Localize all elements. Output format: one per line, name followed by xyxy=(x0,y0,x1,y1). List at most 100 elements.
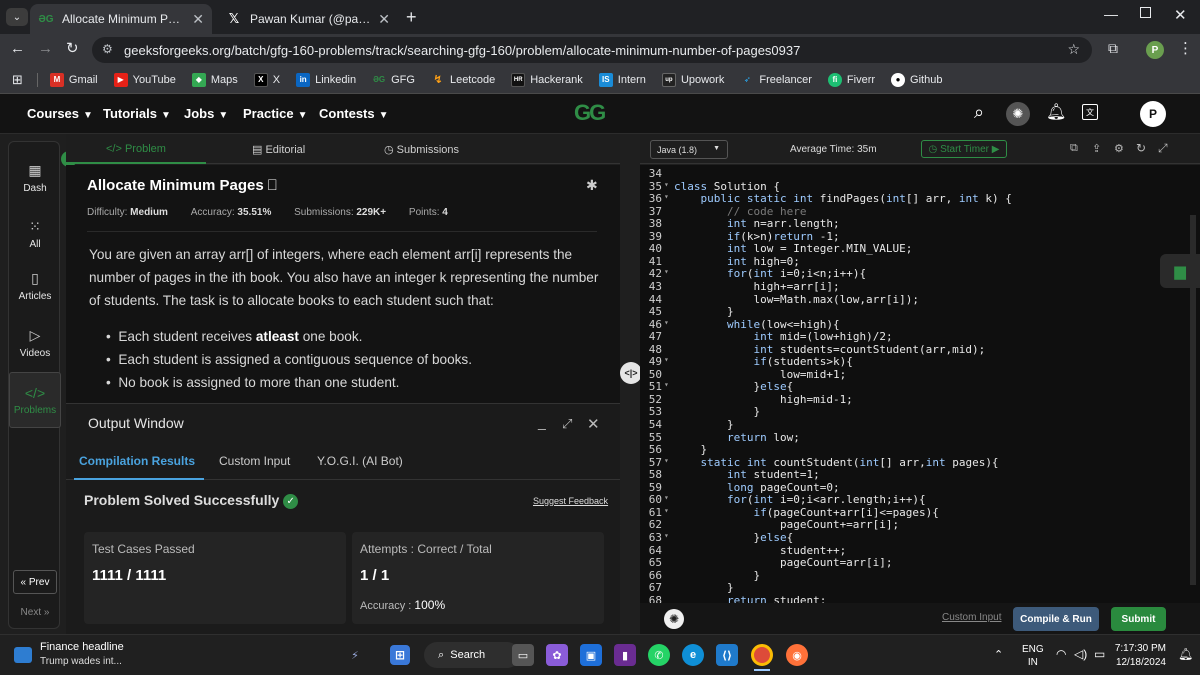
nav-contests[interactable]: Contests ▼ xyxy=(319,106,389,121)
bookmark-leetcode[interactable]: ↯ Leetcode xyxy=(431,73,495,87)
firefox-icon[interactable]: ◉ xyxy=(786,644,808,666)
tab-problem[interactable]: </> Problem xyxy=(106,143,166,155)
user-avatar[interactable]: P xyxy=(1140,101,1166,127)
theme-toggle-icon[interactable]: ✺ xyxy=(1006,102,1030,126)
copilot-icon[interactable]: ⚡︎ xyxy=(344,644,366,666)
prev-button[interactable]: « Prev xyxy=(13,570,57,594)
settings-icon[interactable]: ⚙ xyxy=(1114,142,1124,155)
rail-item-all[interactable]: ⁙ All xyxy=(9,218,61,250)
language-indicator[interactable]: ENG IN xyxy=(1022,643,1044,669)
translate-icon[interactable]: 文 xyxy=(1082,104,1098,120)
next-button[interactable]: Next » xyxy=(13,600,57,624)
volume-icon[interactable]: ◁) xyxy=(1074,647,1087,661)
chrome-icon[interactable] xyxy=(751,644,773,666)
maximize-button[interactable] xyxy=(1140,7,1151,18)
ide-icon[interactable]: ▮ xyxy=(614,644,636,666)
expand-icon[interactable]: ⤢ xyxy=(562,416,572,432)
back-icon[interactable]: ← xyxy=(10,40,25,57)
chat-icon[interactable]: ▆ xyxy=(1160,254,1200,288)
tab-submissions[interactable]: ◷ Submissions xyxy=(384,143,459,156)
submit-button[interactable]: Submit xyxy=(1111,607,1166,631)
news-widget-icon[interactable] xyxy=(14,647,32,663)
rail-item-videos[interactable]: ▷ Videos xyxy=(9,327,61,359)
reset-icon[interactable]: ↻ xyxy=(1136,141,1146,155)
code-editor[interactable]: 34 35 ▾ class Solution {36 ▾ public static i… xyxy=(640,165,1200,603)
chevron-up-icon[interactable]: ⌃ xyxy=(994,648,1003,661)
nav-jobs[interactable]: Jobs ▼ xyxy=(184,106,228,121)
minimize-icon[interactable]: _ xyxy=(538,414,546,430)
reload-icon[interactable]: ↻ xyxy=(66,39,79,57)
fold-icon[interactable]: ▾ xyxy=(664,267,669,276)
whatsapp-icon[interactable]: ✆ xyxy=(648,644,670,666)
edge-icon[interactable]: e xyxy=(682,644,704,666)
bookmark-gfg[interactable]: ƏG GFG xyxy=(372,73,415,87)
copilot-app-icon[interactable]: ✿ xyxy=(546,644,568,666)
fold-icon[interactable]: ▾ xyxy=(664,192,669,201)
start-menu-icon[interactable]: ⊞ xyxy=(390,645,410,665)
bookmark-fiverr[interactable]: fi Fiverr xyxy=(827,72,875,87)
new-tab-button[interactable]: + xyxy=(406,7,417,28)
tab-compilation-results[interactable]: Compilation Results xyxy=(79,454,195,468)
menu-icon[interactable]: ⋮ xyxy=(1178,39,1193,57)
bookmark-maps[interactable]: ◆ Maps xyxy=(191,72,238,87)
tab-search-icon[interactable]: ⌄ xyxy=(6,8,28,26)
bug-report-icon[interactable]: ✱ xyxy=(586,177,598,194)
copy-icon[interactable]: ⧉ xyxy=(1070,142,1078,155)
tab-custom-input[interactable]: Custom Input xyxy=(219,454,290,468)
forward-icon[interactable]: → xyxy=(38,40,53,57)
bookmark-freelancer[interactable]: ➶ Freelancer xyxy=(740,73,812,87)
fold-icon[interactable]: ▾ xyxy=(664,180,669,189)
close-icon[interactable]: ✕ xyxy=(587,415,600,433)
wifi-icon[interactable]: ◠ xyxy=(1056,647,1066,661)
upload-icon[interactable]: ⇪ xyxy=(1092,142,1101,155)
start-timer-button[interactable]: ◷ Start Timer ▶ xyxy=(921,140,1007,158)
fold-icon[interactable]: ▾ xyxy=(664,531,669,540)
profile-avatar[interactable]: P xyxy=(1146,41,1164,59)
vscode-icon[interactable]: ⟨⟩ xyxy=(716,644,738,666)
rail-item-dash[interactable]: ▦ Dash xyxy=(9,162,61,194)
store-icon[interactable]: ▣ xyxy=(580,644,602,666)
notification-icon[interactable]: 🔔︎ xyxy=(1178,647,1193,661)
site-info-icon[interactable]: ⚙ xyxy=(102,42,113,56)
rail-item-articles[interactable]: ▯ Articles xyxy=(9,270,61,302)
compile-run-button[interactable]: Compile & Run xyxy=(1013,607,1099,631)
search-icon[interactable]: ⌕ xyxy=(974,102,984,123)
bookmark-x[interactable]: XX xyxy=(253,72,280,87)
resize-handle-icon[interactable]: <|> xyxy=(620,362,642,384)
bookmark-icon[interactable]: ⎕ xyxy=(268,177,277,194)
bookmark-linkedin[interactable]: in Linkedin xyxy=(296,72,356,87)
address-bar[interactable]: ⚙ geeksforgeeks.org/batch/gfg-160-proble… xyxy=(92,37,1092,63)
extensions-icon[interactable]: ⧉ xyxy=(1108,40,1118,57)
bookmark-github[interactable]: ● Github xyxy=(891,72,942,87)
nav-courses[interactable]: Courses ▼ xyxy=(27,106,93,121)
fold-icon[interactable]: ▾ xyxy=(664,380,669,389)
language-select[interactable]: Java (1.8) ▼ xyxy=(650,140,728,159)
close-icon[interactable]: ✕ xyxy=(192,11,204,28)
gfg-logo[interactable]: GG xyxy=(574,100,606,126)
task-view-icon[interactable]: ▭ xyxy=(512,644,534,666)
browser-tab-gfg[interactable]: ƏG Allocate Minimum Pages | Practi ✕ xyxy=(30,4,212,34)
notification-bell-icon[interactable]: 🔔︎ xyxy=(1046,102,1066,122)
bookmark-intern[interactable]: IS Intern xyxy=(598,72,646,87)
fold-icon[interactable]: ▾ xyxy=(664,318,669,327)
fold-icon[interactable]: ▾ xyxy=(664,493,669,502)
bulb-icon[interactable]: ✺ xyxy=(664,609,684,629)
fold-icon[interactable]: ▾ xyxy=(664,506,669,515)
fold-icon[interactable]: ▾ xyxy=(664,456,669,465)
nav-practice[interactable]: Practice ▼ xyxy=(243,106,308,121)
news-title[interactable]: Finance headline xyxy=(40,641,124,653)
battery-icon[interactable]: ▭ xyxy=(1094,647,1105,661)
taskbar-search[interactable]: ⌕ Search xyxy=(424,642,520,668)
bookmark-youtube[interactable]: ▶ YouTube xyxy=(113,72,176,87)
fold-icon[interactable]: ▾ xyxy=(664,355,669,364)
suggest-feedback-link[interactable]: Suggest Feedback xyxy=(533,496,608,506)
bookmark-gmail[interactable]: M Gmail xyxy=(49,72,98,87)
apps-icon[interactable]: ⊞ xyxy=(12,72,23,88)
bookmark-hackerank[interactable]: HR Hackerank xyxy=(511,72,583,87)
tab-editorial[interactable]: ▤ Editorial xyxy=(252,143,305,156)
bookmark-star-icon[interactable]: ☆ xyxy=(1067,41,1080,58)
rail-item-problems[interactable]: </> Problems xyxy=(9,372,61,428)
nav-tutorials[interactable]: Tutorials ▼ xyxy=(103,106,171,121)
tab-yogi-bot[interactable]: Y.O.G.I. (AI Bot) xyxy=(317,454,403,468)
minimize-button[interactable]: — xyxy=(1104,6,1118,22)
